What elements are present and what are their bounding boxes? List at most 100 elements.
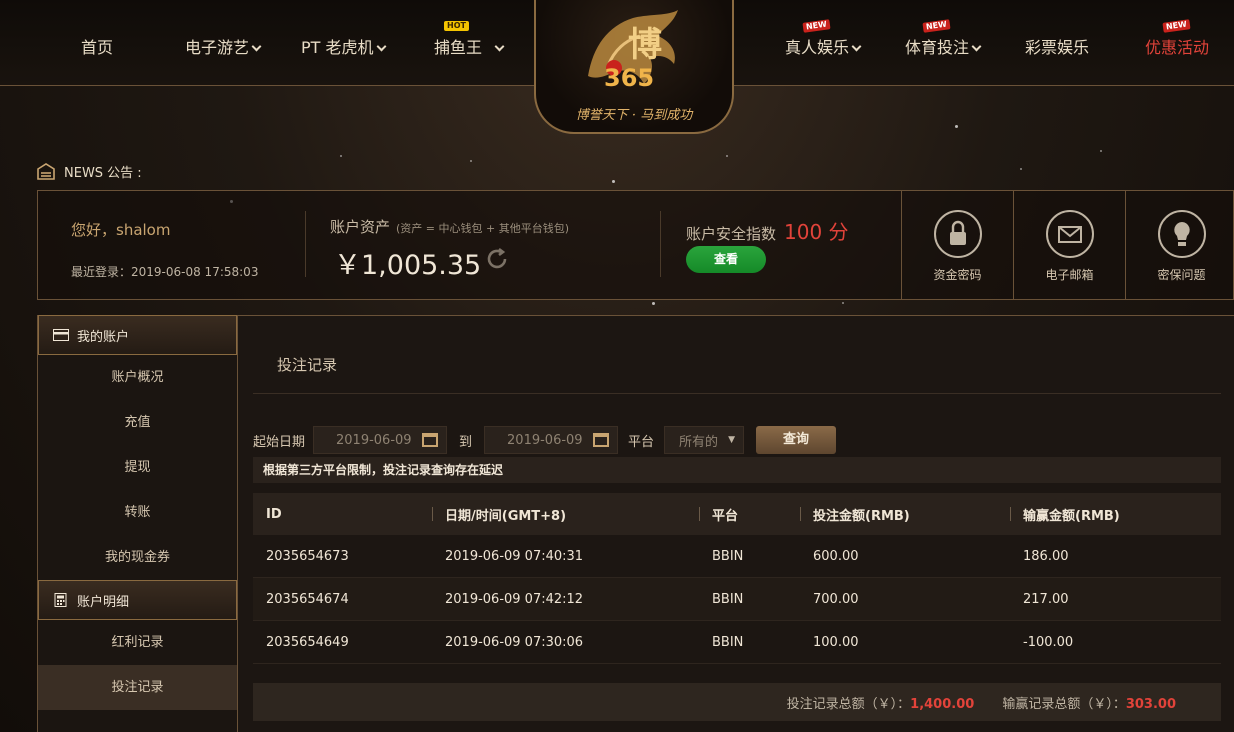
- mail-icon: [1045, 210, 1094, 258]
- start-date-input[interactable]: 2019-06-09: [313, 426, 448, 454]
- column-header-platform: 平台: [699, 505, 800, 524]
- bulb-icon: [1157, 210, 1206, 258]
- calculator-icon: [54, 593, 67, 607]
- account-summary: 您好，shalom 最近登录：2019-06-08 17:58:03 账户资产(…: [37, 190, 1234, 300]
- assets-note: (资产 = 中心钱包 + 其他平台钱包): [396, 222, 570, 235]
- end-date-input[interactable]: 2019-06-09: [484, 426, 619, 454]
- chevron-down-icon: [251, 41, 262, 52]
- logo-slogan: 博誉天下 · 马到成功: [575, 108, 693, 123]
- security-view-button[interactable]: 查看: [686, 246, 766, 273]
- caret-down-icon: ▼: [728, 435, 736, 445]
- lock-icon: [933, 210, 982, 258]
- chevron-down-icon: [494, 41, 505, 52]
- nav-pt-slots[interactable]: PT 老虎机: [301, 34, 386, 58]
- bet-records-table: ID 日期/时间(GMT+8) 平台 投注金额(RMB) 输赢金额(RMB) 2…: [253, 493, 1221, 664]
- cell-bet-amount: 100.00: [813, 634, 859, 650]
- star-decoration: [1100, 150, 1102, 152]
- sidebar-item-bet-records[interactable]: 投注记录: [38, 665, 237, 710]
- table-row: 2035654649 2019-06-09 07:30:06 BBIN 100.…: [253, 621, 1221, 664]
- nav-home[interactable]: 首页: [81, 34, 113, 58]
- bet-records-panel: 投注记录 起始日期 2019-06-09 到 2019-06-09 平台 所有的…: [238, 315, 1234, 732]
- to-label: 到: [459, 434, 473, 450]
- tile-label: 资金密码: [933, 268, 982, 282]
- fund-password-tile[interactable]: 资金密码: [901, 191, 1013, 299]
- start-date-label: 起始日期: [253, 434, 306, 450]
- account-sidebar: 我的账户 账户概况 充值 提现 转账 我的现金券 账户明细 红利记录 投注记录: [37, 315, 238, 732]
- star-decoration: [652, 302, 655, 305]
- sidebar-section-account-details[interactable]: 账户明细: [38, 580, 237, 620]
- calendar-icon: [422, 433, 439, 447]
- new-badge: NEW: [1162, 19, 1191, 33]
- star-decoration: [340, 155, 342, 157]
- tile-label: 密保问题: [1157, 268, 1206, 282]
- security-question-tile[interactable]: 密保问题: [1125, 191, 1234, 299]
- cell-bet-amount: 600.00: [813, 548, 859, 564]
- star-decoration: [470, 160, 472, 162]
- page-title: 投注记录: [277, 356, 338, 374]
- sidebar-item-transfer[interactable]: 转账: [38, 490, 237, 535]
- delay-notice: 根据第三方平台限制，投注记录查询存在延迟: [253, 457, 1221, 483]
- star-decoration: [955, 125, 958, 128]
- horse-logo-icon: 博 365: [588, 10, 678, 92]
- column-header-datetime: 日期/时间(GMT+8): [432, 505, 699, 524]
- winloss-total-value: 303.00: [1125, 696, 1176, 712]
- nav-fishing-king[interactable]: HOT 捕鱼王: [434, 21, 505, 58]
- nav-sports-betting[interactable]: NEW 体育投注: [905, 19, 982, 58]
- star-decoration: [842, 302, 844, 304]
- email-tile[interactable]: 电子邮箱: [1013, 191, 1125, 299]
- new-badge: NEW: [922, 19, 951, 33]
- svg-text:博: 博: [628, 25, 662, 65]
- nav-live-casino[interactable]: NEW 真人娱乐: [785, 19, 862, 58]
- cell-datetime: 2019-06-09 07:40:31: [445, 548, 584, 564]
- star-decoration: [726, 155, 728, 157]
- news-label: NEWS 公告 :: [64, 166, 142, 181]
- hot-badge: HOT: [444, 21, 469, 31]
- chevron-down-icon: [376, 41, 386, 52]
- chevron-down-icon: [971, 41, 982, 52]
- nav-promotions[interactable]: NEW 优惠活动: [1145, 19, 1209, 58]
- filter-bar: 起始日期 2019-06-09 到 2019-06-09 平台 所有的 ▼ 查询: [253, 426, 837, 454]
- cell-id: 2035654673: [266, 548, 349, 564]
- nav-electronic-games[interactable]: 电子游艺: [185, 34, 262, 58]
- sidebar-item-deposit[interactable]: 充值: [38, 400, 237, 445]
- column-header-winloss: 输赢金额(RMB): [1010, 505, 1221, 524]
- cell-datetime: 2019-06-09 07:42:12: [445, 591, 584, 607]
- new-badge: NEW: [802, 19, 831, 33]
- assets-label: 账户资产 (资产 = 中心钱包 + 其他平台钱包): [330, 218, 570, 236]
- refresh-icon[interactable]: [485, 247, 509, 271]
- news-bar: NEWS 公告 :: [36, 162, 142, 181]
- sidebar-item-vouchers[interactable]: 我的现金券: [38, 535, 237, 580]
- assets-value: ￥1,005.35: [334, 250, 482, 281]
- sidebar-item-withdraw[interactable]: 提现: [38, 445, 237, 490]
- query-button[interactable]: 查询: [756, 426, 837, 454]
- svg-text:365: 365: [604, 64, 654, 92]
- nav-lottery[interactable]: 彩票娱乐: [1025, 34, 1089, 58]
- sidebar-item-overview[interactable]: 账户概况: [38, 355, 237, 400]
- platform-label: 平台: [628, 434, 655, 450]
- platform-select[interactable]: 所有的 ▼: [664, 426, 745, 454]
- table-row: 2035654673 2019-06-09 07:40:31 BBIN 600.…: [253, 535, 1221, 578]
- bet-total: 投注记录总额（￥）：1,400.00: [786, 696, 975, 712]
- site-logo[interactable]: 博 365 博誉天下 · 马到成功: [534, 0, 734, 134]
- megaphone-icon: [37, 162, 55, 180]
- divider: [660, 211, 661, 277]
- cell-platform: BBIN: [712, 591, 744, 607]
- sidebar-item-bonus-records[interactable]: 红利记录: [38, 620, 237, 665]
- cell-platform: BBIN: [712, 548, 744, 564]
- table-header: ID 日期/时间(GMT+8) 平台 投注金额(RMB) 输赢金额(RMB): [253, 493, 1221, 535]
- cell-bet-amount: 700.00: [813, 591, 859, 607]
- security-label: 账户安全指数 100 分: [686, 220, 849, 244]
- star-decoration: [612, 180, 615, 183]
- chevron-down-icon: [851, 41, 862, 52]
- security-score: 100 分: [784, 220, 849, 244]
- tile-label: 电子邮箱: [1045, 268, 1094, 282]
- cell-datetime: 2019-06-09 07:30:06: [445, 634, 584, 650]
- bet-total-value: 1,400.00: [910, 696, 975, 712]
- sidebar-section-my-account[interactable]: 我的账户: [38, 315, 237, 355]
- calendar-icon: [593, 433, 610, 447]
- column-header-id: ID: [266, 506, 282, 522]
- card-icon: [53, 329, 69, 341]
- last-login-text: 最近登录：2019-06-08 17:58:03: [71, 265, 259, 279]
- cell-winloss: -100.00: [1023, 634, 1074, 650]
- divider: [253, 393, 1221, 394]
